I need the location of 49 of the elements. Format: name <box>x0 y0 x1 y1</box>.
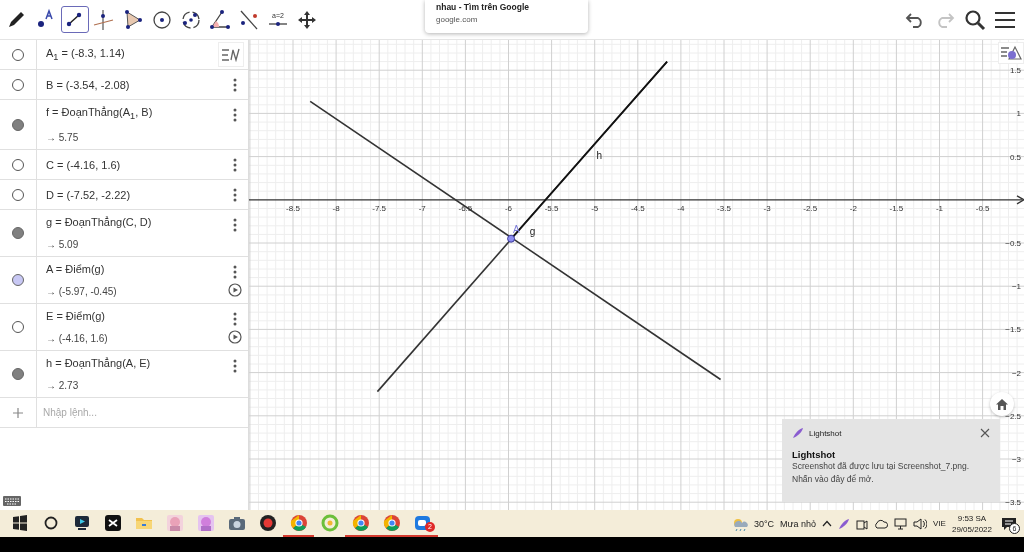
segment-label: h <box>596 149 603 161</box>
axis-tick-label: -6 <box>504 203 513 213</box>
axis-tick-label: -4 <box>677 203 685 213</box>
axis-tick-label: -3.5 <box>717 203 731 213</box>
tooltip-title: nhau - Tìm trên Google <box>436 2 531 12</box>
axis-tick-label: -8 <box>332 203 340 213</box>
axis-tick-label: 1 <box>1016 109 1021 119</box>
axis-tick-label: −1 <box>1011 282 1021 292</box>
notification-text: Screenshot đã được lưu tại Screenshot_7.png. <box>792 460 971 473</box>
axis-tick-label: −2 <box>1011 368 1021 378</box>
axis-tick-label: −0.5 <box>1005 239 1021 249</box>
algebra-definition: A = Điểm(g) <box>46 263 106 276</box>
axis-tick-label: -2.5 <box>803 203 818 213</box>
axis-tick-label: -1.5 <box>889 203 904 213</box>
algebra-value: → (-4.16, 1.6) <box>46 333 109 345</box>
axis-tick-label: -7 <box>418 203 426 213</box>
algebra-value: → 5.09 <box>46 239 80 251</box>
notification-title: Lightshot <box>792 449 837 460</box>
algebra-definition: f = ĐoạnThẳng(A$_{1}$, B) <box>46 106 154 122</box>
algebra-definition: A$_{1}$ = (-8.3, 1.14) <box>46 46 126 63</box>
algebra-definition: g = ĐoạnThẳng(C, D) <box>46 216 153 229</box>
axis-tick-label: -2 <box>849 203 857 213</box>
notification-app-name: Lightshot <box>809 428 842 438</box>
tooltip-url: google.com <box>436 15 479 24</box>
segment-label: g <box>529 226 536 238</box>
notification-text: Nhấn vào đây để mở. <box>792 473 875 486</box>
axis-tick-label: −2.5 <box>1005 411 1021 421</box>
axis-tick-label: 1.5 <box>1009 66 1021 76</box>
axis-tick-label: -7.5 <box>372 203 387 213</box>
algebra-definition: E = Điểm(g) <box>46 310 106 323</box>
axis-tick-label: −1.5 <box>1005 325 1021 335</box>
algebra-definition: D = (-7.52, -2.22) <box>46 188 132 201</box>
algebra-definition: C = (-4.16, 1.6) <box>46 158 122 171</box>
axis-tick-label: −3 <box>1011 455 1021 465</box>
axis-tick-label: -5 <box>591 203 599 213</box>
axis-tick-label: -0.5 <box>975 203 990 213</box>
axis-tick-label: 0.5 <box>1009 152 1021 162</box>
axis-tick-label: -3 <box>763 203 771 213</box>
axis-tick-label: -1 <box>935 203 944 213</box>
axis-tick-label: -8.5 <box>286 203 300 213</box>
algebra-definition: h = ĐoạnThẳng(A, E) <box>46 357 152 370</box>
axis-tick-label: -4.5 <box>630 203 645 213</box>
algebra-value: → 2.73 <box>46 380 80 392</box>
algebra-definition: B = (-3.54, -2.08) <box>46 78 131 91</box>
axis-tick-label: -5.5 <box>544 203 559 213</box>
algebra-value: → (-5.97, -0.45) <box>46 286 118 298</box>
point-label: A <box>513 223 520 235</box>
algebra-value: → 5.75 <box>46 132 80 144</box>
axis-tick-label: −3.5 <box>1005 498 1021 508</box>
